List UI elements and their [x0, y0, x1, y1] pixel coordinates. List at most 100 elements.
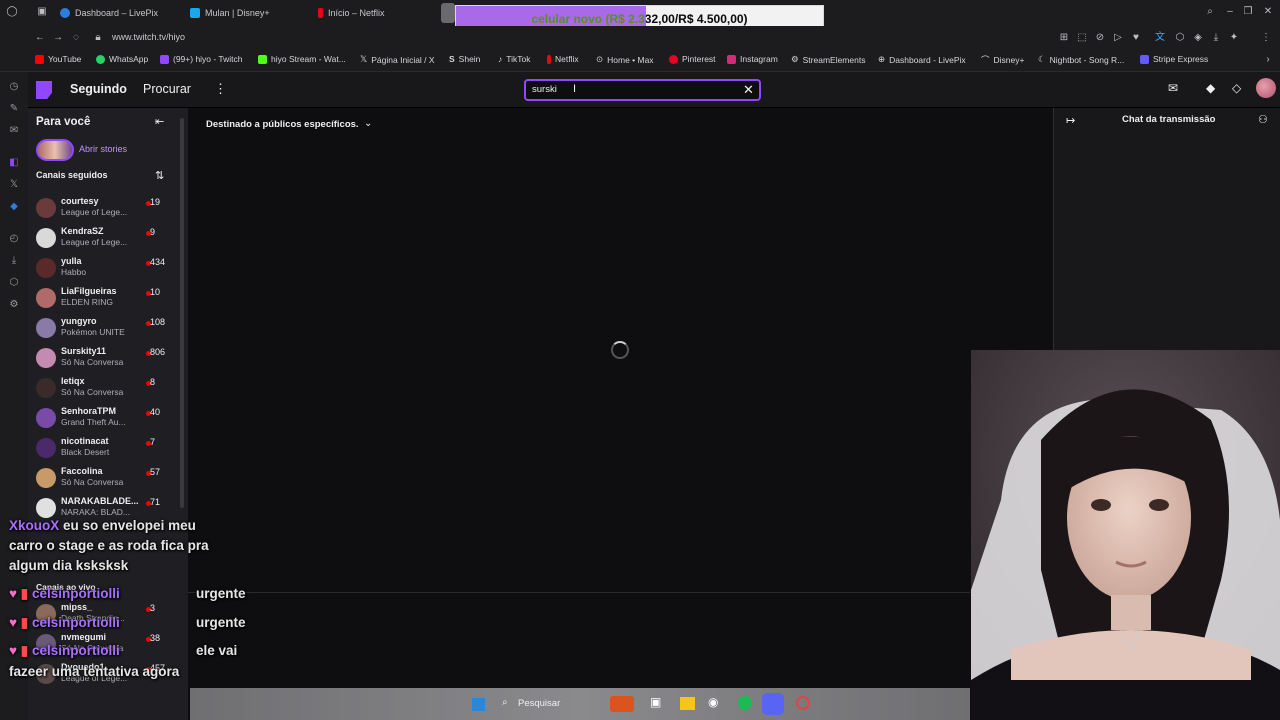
sort-icon[interactable]: ⇅	[155, 169, 164, 182]
bookmark-nightbot[interactable]: ☾ Nightbot - Song R...	[1038, 54, 1124, 65]
divider	[188, 592, 970, 593]
bookmark-stripe[interactable]: Stripe Express	[1140, 54, 1208, 64]
windows-taskbar: ⌕ Pesquisar ▣ ◉	[190, 688, 970, 720]
channel-game: Só Na Conversa	[61, 357, 124, 367]
windows-start-icon[interactable]	[472, 698, 485, 711]
wallet-icon[interactable]: ◈	[1192, 32, 1204, 44]
chat-text: algum dia ksksksk	[9, 558, 129, 573]
back-icon[interactable]: ←	[34, 32, 46, 44]
notes-icon[interactable]: ✎	[7, 102, 21, 116]
ai-icon[interactable]: ✦	[1228, 32, 1240, 44]
bluesky-sidebar-icon[interactable]: ◆	[7, 200, 21, 214]
tab-disney[interactable]: Mulan | Disney+	[190, 4, 310, 22]
collapse-sidebar-icon[interactable]: ⇤	[155, 115, 164, 128]
taskbar-opera-icon[interactable]	[796, 696, 810, 710]
lock-icon[interactable]: 🔒︎	[92, 32, 104, 44]
more-options-icon[interactable]: ⋮	[214, 81, 227, 97]
play-icon[interactable]: ▷	[1112, 32, 1124, 44]
channel-row[interactable]: letiqx Só Na Conversa 8	[28, 374, 188, 404]
channel-row[interactable]: LiaFilgueiras ELDEN RING 10	[28, 284, 188, 314]
download-icon[interactable]: ⤓	[1210, 32, 1222, 44]
bookmark-streamelements[interactable]: ⚙ StreamElements	[791, 54, 865, 65]
channel-row[interactable]: courtesy League of Lege... 19	[28, 194, 188, 224]
file-explorer-icon[interactable]	[680, 697, 695, 710]
screenshot-icon[interactable]: ⬚	[1076, 32, 1088, 44]
taskbar-app-icon[interactable]	[610, 696, 634, 712]
taskbar-search-label[interactable]: Pesquisar	[518, 698, 560, 709]
bookmark-disney[interactable]: ⌒ Disney+	[981, 54, 1024, 66]
extensions-icon[interactable]: ⬡	[1174, 32, 1186, 44]
discord-icon[interactable]	[762, 693, 784, 715]
bookmark-youtube[interactable]: YouTube	[35, 54, 81, 64]
bookmark-twitch[interactable]: (99+) hiyo - Twitch	[160, 54, 243, 64]
bookmark-livepix[interactable]: ⊕ Dashboard - LivePix	[878, 54, 966, 65]
tab-livepix[interactable]: Dashboard – LivePix	[60, 4, 180, 22]
bookmark-instagram[interactable]: Instagram	[727, 54, 778, 64]
loading-spinner-icon[interactable]: ◌	[70, 32, 82, 44]
bookmark-add-icon[interactable]: ⊞	[1058, 32, 1070, 44]
channel-row[interactable]: nicotinacat Black Desert 7	[28, 434, 188, 464]
overlay-chat-text: fazeer uma tentativa agora	[9, 664, 180, 679]
channel-row[interactable]: SenhoraTPM Grand Theft Au... 40	[28, 404, 188, 434]
heart-icon[interactable]: ♥	[1130, 32, 1142, 44]
search-input[interactable]: surski I ✕	[524, 79, 761, 101]
bits-icon[interactable]: ◇	[1232, 81, 1241, 95]
chevron-down-icon[interactable]: ⌄	[364, 118, 372, 129]
twitch-logo-icon[interactable]	[36, 81, 52, 99]
channel-row[interactable]: Surskity11 Só Na Conversa 806	[28, 344, 188, 374]
translate-icon[interactable]: 文	[1154, 32, 1166, 44]
nav-following[interactable]: Seguindo	[70, 82, 127, 96]
vpn-icon[interactable]: ⊘	[1094, 32, 1106, 44]
bookmark-max[interactable]: ⊙ Home • Max	[596, 54, 654, 65]
bookmark-tiktok[interactable]: ♪ TikTok	[498, 54, 531, 64]
twitch-sidebar-icon[interactable]: ◧	[7, 156, 21, 170]
channel-row[interactable]: Faccolina Só Na Conversa 57	[28, 464, 188, 494]
open-stories-link[interactable]: Abrir stories	[79, 144, 127, 154]
download-sidebar-icon[interactable]: ⤓	[7, 254, 21, 268]
tab-netflix[interactable]: Início – Netflix	[318, 4, 438, 22]
expand-chat-icon[interactable]: ↦	[1066, 114, 1075, 127]
browser-logo-icon[interactable]: ◯	[6, 6, 18, 18]
more-bookmarks-icon[interactable]: ›	[1262, 54, 1274, 66]
nav-browse[interactable]: Procurar	[143, 82, 191, 96]
search-tabs-icon[interactable]: ⌕	[1204, 6, 1216, 18]
minimize-icon[interactable]: –	[1224, 6, 1236, 18]
overlay-chat-message: ♥ ▮ celsinportiolli	[9, 643, 120, 659]
chat-users-icon[interactable]: ⚇	[1258, 113, 1268, 126]
cube-icon[interactable]: ⬡	[7, 276, 21, 290]
clock-icon[interactable]: ◴	[7, 232, 21, 246]
content-classification-label[interactable]: Destinado a públicos específicos.	[206, 119, 359, 130]
clear-search-icon[interactable]: ✕	[743, 82, 754, 98]
maximize-icon[interactable]: ❐	[1242, 6, 1254, 18]
settings-icon[interactable]: ⚙	[7, 298, 21, 312]
user-avatar[interactable]	[1256, 78, 1276, 98]
channel-row[interactable]: yungyro Pokémon UNITE 108	[28, 314, 188, 344]
menu-icon[interactable]: ⋮	[1260, 32, 1272, 44]
tab-menu-icon[interactable]: ▣	[36, 6, 48, 18]
close-window-icon[interactable]: ✕	[1262, 6, 1274, 18]
sidebar-scrollbar[interactable]	[180, 118, 184, 508]
channel-row[interactable]: KendraSZ League of Lege... 9	[28, 224, 188, 254]
bookmark-whatsapp[interactable]: WhatsApp	[96, 54, 148, 64]
bookmark-netflix[interactable]: Netflix	[547, 54, 579, 64]
taskbar-store-icon[interactable]: ▣	[650, 695, 661, 709]
bookmark-label: YouTube	[48, 54, 82, 64]
x-sidebar-icon[interactable]: 𝕏	[7, 178, 21, 192]
bookmark-x[interactable]: 𝕏 Página Inicial / X	[360, 54, 435, 65]
url-field[interactable]: www.twitch.tv/hiyo	[112, 32, 185, 42]
bookmark-label: Netflix	[555, 54, 579, 64]
active-tab-icon[interactable]	[441, 3, 455, 23]
bookmark-shein[interactable]: S Shein	[449, 54, 480, 64]
crown-icon[interactable]: ◆	[1206, 81, 1215, 95]
channel-row[interactable]: yulla Habbo 434	[28, 254, 188, 284]
forward-icon[interactable]: →	[52, 32, 64, 44]
bookmark-pinterest[interactable]: Pinterest	[669, 54, 716, 64]
inbox-icon[interactable]: ✉	[1168, 81, 1178, 95]
stories-avatars[interactable]	[36, 139, 74, 161]
taskbar-search-icon[interactable]: ⌕	[502, 697, 508, 708]
taskbar-github-icon[interactable]: ◉	[708, 695, 718, 709]
spotify-icon[interactable]	[738, 696, 752, 710]
bookmark-kick[interactable]: hiyo Stream - Wat...	[258, 54, 346, 64]
history-icon[interactable]: ◷	[7, 80, 21, 94]
sidebar-tool-icon[interactable]: ✉	[7, 124, 21, 138]
